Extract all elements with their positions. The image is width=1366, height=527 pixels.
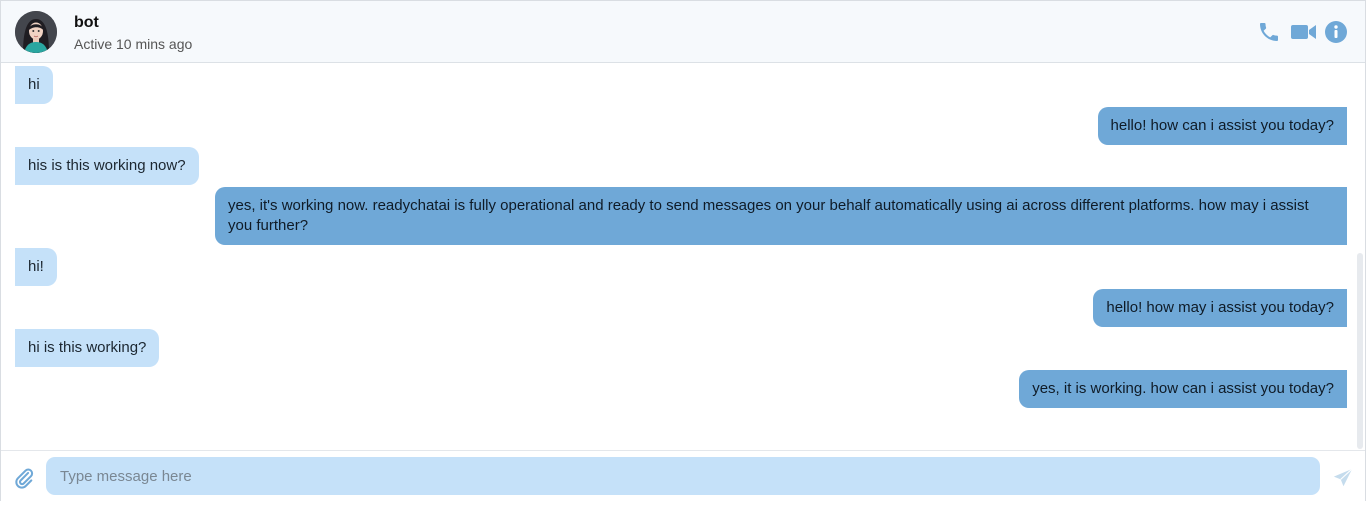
phone-icon[interactable] [1257, 20, 1281, 49]
incoming-message: hi is this working? [15, 329, 160, 367]
outgoing-message: yes, it is working. how can i assist you… [1019, 370, 1347, 408]
video-icon[interactable] [1290, 20, 1318, 49]
incoming-message: hi! [15, 248, 57, 286]
message-input[interactable] [46, 457, 1320, 495]
incoming-message: his is this working now? [15, 147, 199, 185]
paperclip-icon[interactable] [13, 467, 35, 494]
chat-header: bot Active 10 mins ago [1, 1, 1365, 63]
info-icon[interactable] [1324, 20, 1348, 49]
incoming-message: hi [15, 66, 53, 104]
avatar[interactable] [15, 11, 57, 53]
chat-window: bot Active 10 mins ago hi hello! how can… [0, 0, 1366, 501]
avatar-image [15, 11, 57, 53]
message-list[interactable]: hi hello! how can i assist you today? hi… [1, 63, 1365, 449]
outgoing-message: hello! how can i assist you today? [1097, 107, 1347, 145]
outgoing-message: yes, it's working now. readychatai is fu… [215, 187, 1347, 245]
send-icon[interactable] [1332, 467, 1354, 494]
composer [1, 450, 1365, 501]
outgoing-message: hello! how may i assist you today? [1093, 289, 1347, 327]
contact-name: bot [74, 14, 99, 31]
contact-status: Active 10 mins ago [74, 36, 193, 52]
message-scrollbar[interactable] [1357, 253, 1363, 449]
